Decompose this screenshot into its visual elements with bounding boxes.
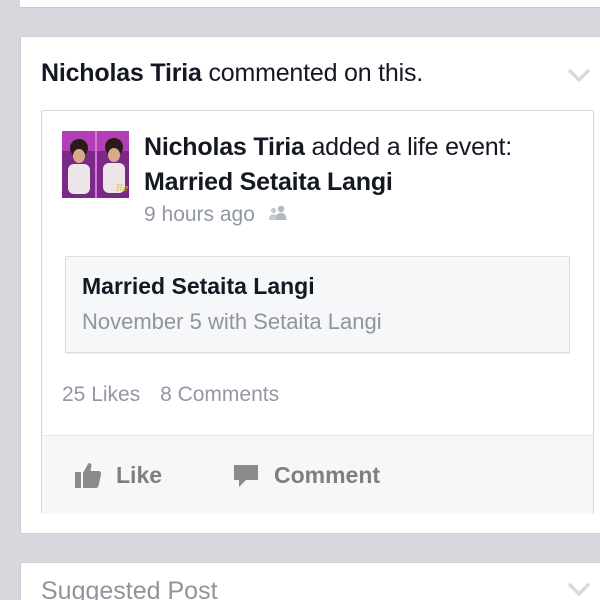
story-card: Nicholas Tiria commented on this. Re Nic… — [20, 36, 600, 534]
likes-count[interactable]: 25 Likes — [62, 383, 140, 406]
like-label: Like — [116, 461, 163, 488]
story-actor-name[interactable]: Nicholas Tiria — [41, 59, 202, 87]
post-actor-name[interactable]: Nicholas Tiria — [144, 133, 305, 161]
svg-text:Re: Re — [115, 184, 128, 194]
comment-button[interactable]: Comment — [232, 460, 380, 490]
life-event-subtitle: November 5 with Setaita Langi — [82, 309, 382, 334]
story-action-text: commented on this. — [208, 59, 424, 87]
post-stats: 25 Likes 8 Comments — [62, 383, 293, 407]
post-action-text: added a life event: — [311, 133, 512, 161]
friends-icon[interactable] — [267, 205, 289, 221]
post-timestamp[interactable]: 9 hours ago — [144, 203, 255, 226]
story-header: Nicholas Tiria commented on this. — [41, 59, 423, 88]
avatar[interactable]: Re — [62, 131, 129, 198]
comment-label: Comment — [274, 461, 381, 488]
action-bar: Like Comment — [42, 436, 593, 514]
life-event-title: Married Setaita Langi — [82, 273, 315, 299]
suggested-post-header: Suggested Post — [41, 577, 218, 600]
previous-story-card — [20, 0, 600, 8]
shared-post: Re Nicholas Tiria added a life event: Ma… — [41, 110, 594, 514]
suggested-post-card: Suggested Post — [20, 562, 600, 600]
like-button[interactable]: Like — [74, 460, 162, 490]
chevron-down-icon[interactable] — [568, 583, 590, 597]
post-event-name[interactable]: Married Setaita Langi — [144, 168, 393, 197]
post-meta: 9 hours ago — [144, 203, 289, 227]
post-headline: Nicholas Tiria added a life event: — [144, 133, 512, 162]
thumbs-up-icon — [75, 463, 102, 488]
life-event-box[interactable]: Married Setaita Langi November 5 with Se… — [65, 256, 570, 353]
chevron-down-icon[interactable] — [568, 69, 590, 83]
speech-bubble-icon — [234, 465, 258, 487]
comments-count[interactable]: 8 Comments — [160, 383, 279, 406]
